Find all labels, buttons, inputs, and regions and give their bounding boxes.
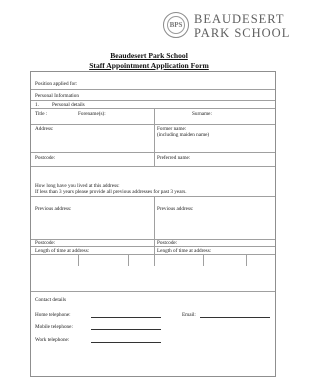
postcode-right-label: Postcode: bbox=[157, 240, 178, 246]
home-telephone-label: Home telephone: bbox=[35, 312, 71, 318]
row-divider bbox=[31, 108, 275, 109]
postcode-left-label: Postcode: bbox=[35, 240, 56, 246]
postcode-label: Postcode: bbox=[35, 155, 56, 161]
logo-text-line1: BEAUDESERT bbox=[194, 12, 285, 26]
row-divider bbox=[31, 196, 275, 197]
length-of-time-right-label: Length of time at address: bbox=[157, 248, 212, 254]
column-divider bbox=[154, 108, 155, 166]
mobile-telephone-label: Mobile telephone: bbox=[35, 324, 73, 330]
surname-label: Surname: bbox=[192, 111, 212, 117]
work-telephone-field[interactable] bbox=[91, 342, 161, 343]
personal-information-label: Personal Information bbox=[35, 93, 79, 99]
school-crest-logo: BPS bbox=[163, 12, 189, 38]
crest-monogram: BPS bbox=[167, 16, 185, 34]
row-divider bbox=[31, 152, 275, 153]
length-of-time-left-label: Length of time at address: bbox=[35, 248, 90, 254]
email-field[interactable] bbox=[200, 317, 270, 318]
application-form: Position applied for: Personal Informati… bbox=[30, 71, 276, 377]
logo-text-line2: PARK SCHOOL bbox=[194, 26, 291, 40]
preferred-name-label: Preferred name: bbox=[157, 155, 191, 161]
column-divider bbox=[246, 254, 247, 266]
work-telephone-label: Work telephone: bbox=[35, 337, 70, 343]
position-applied-label: Position applied for: bbox=[35, 81, 78, 87]
if-less-label: If less than 3 years please provide all … bbox=[35, 189, 187, 195]
column-divider bbox=[154, 196, 155, 266]
column-divider bbox=[78, 254, 79, 266]
former-name-note: (including maiden name) bbox=[157, 132, 210, 138]
personal-details-heading: Personal details bbox=[52, 102, 85, 108]
title-label: Title : bbox=[35, 111, 48, 117]
row-divider bbox=[31, 239, 275, 240]
row-divider bbox=[31, 166, 275, 167]
column-divider bbox=[128, 254, 129, 266]
school-name-heading: Beaudesert Park School bbox=[110, 51, 188, 60]
row-divider bbox=[31, 89, 275, 90]
row-divider bbox=[31, 100, 275, 101]
column-divider bbox=[203, 254, 204, 266]
forenames-label: Forename(s): bbox=[78, 111, 106, 117]
previous-address-right-label: Previous address: bbox=[157, 206, 194, 212]
row-divider bbox=[31, 254, 275, 255]
form-title-heading: Staff Appointment Application Form bbox=[89, 61, 209, 70]
mobile-telephone-field[interactable] bbox=[91, 329, 161, 330]
section-number: 1. bbox=[35, 102, 39, 108]
row-divider bbox=[31, 291, 275, 292]
email-label: Email: bbox=[182, 312, 196, 318]
home-telephone-field[interactable] bbox=[91, 317, 161, 318]
row-divider bbox=[31, 246, 275, 247]
contact-details-heading: Contact details bbox=[35, 297, 66, 303]
previous-address-left-label: Previous address: bbox=[35, 206, 72, 212]
address-label: Address: bbox=[35, 126, 54, 132]
row-divider bbox=[31, 124, 275, 125]
